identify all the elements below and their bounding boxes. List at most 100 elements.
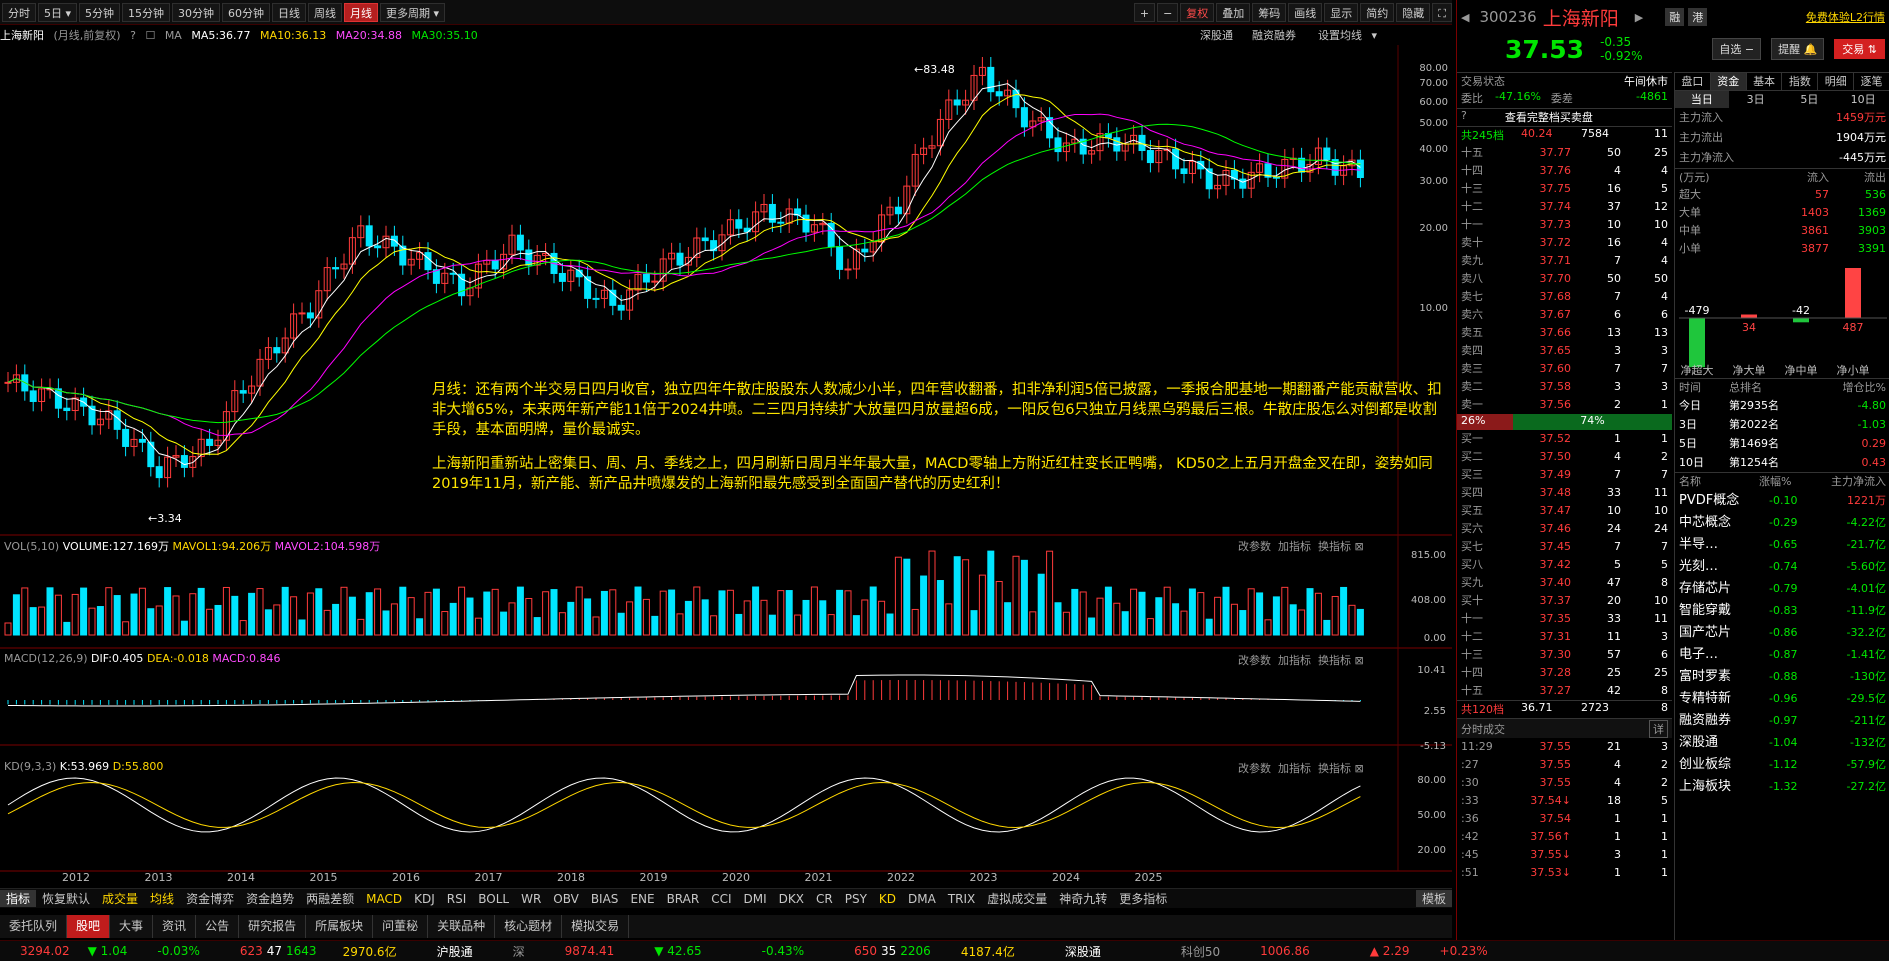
- tab-60min[interactable]: 60分钟: [222, 2, 271, 22]
- bottom-tab[interactable]: 股吧: [67, 915, 111, 938]
- kd-add-indicator[interactable]: 加指标: [1278, 762, 1311, 775]
- sz-index[interactable]: 9874.41: [565, 944, 615, 958]
- tab-15min[interactable]: 15分钟: [122, 2, 171, 22]
- macd-close-icon[interactable]: ⊠: [1355, 654, 1364, 667]
- tab-monthly[interactable]: 月线: [344, 2, 379, 22]
- indicator-tab[interactable]: CR: [810, 892, 839, 906]
- right-tab[interactable]: 盘口: [1675, 73, 1711, 90]
- sh-index[interactable]: 3294.02: [20, 944, 70, 958]
- sector-row[interactable]: PVDF概念 -0.10 1221万: [1675, 490, 1889, 512]
- indicator-tab[interactable]: BRAR: [661, 892, 706, 906]
- indicator-tab[interactable]: KD: [873, 892, 902, 906]
- bottom-tab[interactable]: 所属板块: [306, 915, 374, 938]
- indicator-tab[interactable]: 两融差额: [300, 890, 360, 907]
- zoom-out-button[interactable]: −: [1157, 2, 1179, 22]
- right-tab[interactable]: 明细: [1818, 73, 1855, 90]
- vol-switch-indicator[interactable]: 换指标: [1318, 540, 1351, 553]
- bottom-tab[interactable]: 委托队列: [0, 915, 68, 938]
- adjust-button[interactable]: 复权: [1180, 2, 1215, 22]
- sector-row[interactable]: 电子… -0.87 -1.41亿: [1675, 644, 1889, 666]
- view-depth-link[interactable]: 查看完整档买卖盘: [1505, 109, 1593, 126]
- sector-row[interactable]: 创业板综 -1.12 -57.9亿: [1675, 754, 1889, 776]
- indicator-tab[interactable]: ENE: [624, 892, 660, 906]
- bottom-tab[interactable]: 研究报告: [239, 915, 307, 938]
- view-depth-row[interactable]: ? 查看完整档买卖盘: [1457, 108, 1672, 126]
- sector-row[interactable]: 融资融券 -0.97 -211亿: [1675, 710, 1889, 732]
- indicator-tab[interactable]: BIAS: [585, 892, 625, 906]
- macd-edit-params[interactable]: 改参数: [1238, 654, 1271, 667]
- vol-add-indicator[interactable]: 加指标: [1278, 540, 1311, 553]
- bottom-tab[interactable]: 大事: [110, 915, 154, 938]
- macd-add-indicator[interactable]: 加指标: [1278, 654, 1311, 667]
- fund-period-tab[interactable]: 3日: [1729, 91, 1783, 108]
- fullscreen-icon[interactable]: ⛶: [1432, 2, 1452, 22]
- indicator-tab[interactable]: 模板: [1415, 890, 1452, 907]
- indicator-tab[interactable]: 恢复默认: [36, 890, 96, 907]
- sector-row[interactable]: 半导… -0.65 -21.7亿: [1675, 534, 1889, 556]
- tab-more-periods[interactable]: 更多周期 ▾: [380, 2, 446, 22]
- right-tab[interactable]: 指数: [1782, 73, 1819, 90]
- indicator-tab[interactable]: KDJ: [408, 892, 441, 906]
- indicator-tab[interactable]: 资金趋势: [240, 890, 300, 907]
- vol-close-icon[interactable]: ⊠: [1355, 540, 1364, 553]
- tab-5day[interactable]: 5日 ▾: [38, 2, 78, 22]
- indicator-tab[interactable]: 成交量: [96, 890, 144, 907]
- indicator-tab[interactable]: DMI: [738, 892, 773, 906]
- indicator-tab[interactable]: 神奇九转: [1053, 890, 1113, 907]
- sector-row[interactable]: 智能穿戴 -0.83 -11.9亿: [1675, 600, 1889, 622]
- watchlist-button[interactable]: 自选 −: [1712, 38, 1762, 60]
- prev-stock-icon[interactable]: ◀: [1461, 11, 1469, 24]
- tab-30min[interactable]: 30分钟: [172, 2, 221, 22]
- indicator-tab[interactable]: RSI: [441, 892, 473, 906]
- zoom-in-button[interactable]: +: [1133, 2, 1156, 22]
- sector-row[interactable]: 中芯概念 -0.29 -4.22亿: [1675, 512, 1889, 534]
- chips-button[interactable]: 筹码: [1252, 2, 1287, 22]
- macd-switch-indicator[interactable]: 换指标: [1318, 654, 1351, 667]
- simple-button[interactable]: 简约: [1360, 2, 1395, 22]
- bottom-tab[interactable]: 公告: [196, 915, 240, 938]
- sector-row[interactable]: 深股通 -1.04 -132亿: [1675, 732, 1889, 754]
- kd-edit-params[interactable]: 改参数: [1238, 762, 1271, 775]
- northbound-link[interactable]: 深股通: [1200, 27, 1233, 43]
- indicator-tab[interactable]: DMA: [902, 892, 942, 906]
- fund-period-tab[interactable]: 10日: [1836, 91, 1889, 108]
- indicator-tab[interactable]: MACD: [360, 892, 408, 906]
- hide-button[interactable]: 隐藏: [1396, 2, 1431, 22]
- fund-period-tab[interactable]: 5日: [1783, 91, 1837, 108]
- right-tab[interactable]: 资金: [1710, 73, 1747, 90]
- kc-value[interactable]: 1006.86: [1260, 944, 1310, 958]
- indicator-tab[interactable]: TRIX: [942, 892, 981, 906]
- alert-button[interactable]: 提醒 🔔: [1771, 38, 1825, 60]
- kd-close-icon[interactable]: ⊠: [1355, 762, 1364, 775]
- indicator-tab[interactable]: OBV: [547, 892, 585, 906]
- sector-row[interactable]: 富时罗素 -0.88 -130亿: [1675, 666, 1889, 688]
- sector-row[interactable]: 国产芯片 -0.86 -32.2亿: [1675, 622, 1889, 644]
- indicator-tab[interactable]: 指标: [0, 890, 37, 907]
- fund-period-tab[interactable]: 当日: [1675, 91, 1729, 108]
- vol-edit-params[interactable]: 改参数: [1238, 540, 1271, 553]
- ma-settings-link[interactable]: 设置均线 ▾: [1318, 27, 1377, 43]
- indicator-tab[interactable]: DKX: [773, 892, 810, 906]
- draw-button[interactable]: 画线: [1288, 2, 1323, 22]
- bottom-tab[interactable]: 核心题材: [495, 915, 563, 938]
- tab-5min[interactable]: 5分钟: [79, 2, 121, 22]
- trade-button[interactable]: 交易 ⇅: [1834, 39, 1885, 59]
- indicator-tab[interactable]: 虚拟成交量: [981, 890, 1053, 907]
- bottom-tab[interactable]: 关联品种: [428, 915, 496, 938]
- sector-row[interactable]: 光刻… -0.74 -5.60亿: [1675, 556, 1889, 578]
- indicator-tab[interactable]: CCI: [705, 892, 737, 906]
- bottom-tab[interactable]: 资讯: [153, 915, 197, 938]
- overlay-button[interactable]: 叠加: [1216, 2, 1251, 22]
- help-icon[interactable]: ?: [130, 29, 136, 42]
- indicator-tab[interactable]: 资金博弈: [180, 890, 240, 907]
- indicator-tab[interactable]: BOLL: [472, 892, 515, 906]
- next-stock-icon[interactable]: ▶: [1635, 11, 1643, 24]
- right-tab[interactable]: 逐笔: [1854, 73, 1889, 90]
- sector-row[interactable]: 存储芯片 -0.79 -4.01亿: [1675, 578, 1889, 600]
- bottom-tab[interactable]: 模拟交易: [562, 915, 630, 938]
- indicator-tab[interactable]: WR: [515, 892, 547, 906]
- display-button[interactable]: 显示: [1324, 2, 1359, 22]
- tab-daily[interactable]: 日线: [272, 2, 307, 22]
- ticks-detail-button[interactable]: 详: [1649, 719, 1668, 738]
- sector-row[interactable]: 专精特新 -0.96 -29.5亿: [1675, 688, 1889, 710]
